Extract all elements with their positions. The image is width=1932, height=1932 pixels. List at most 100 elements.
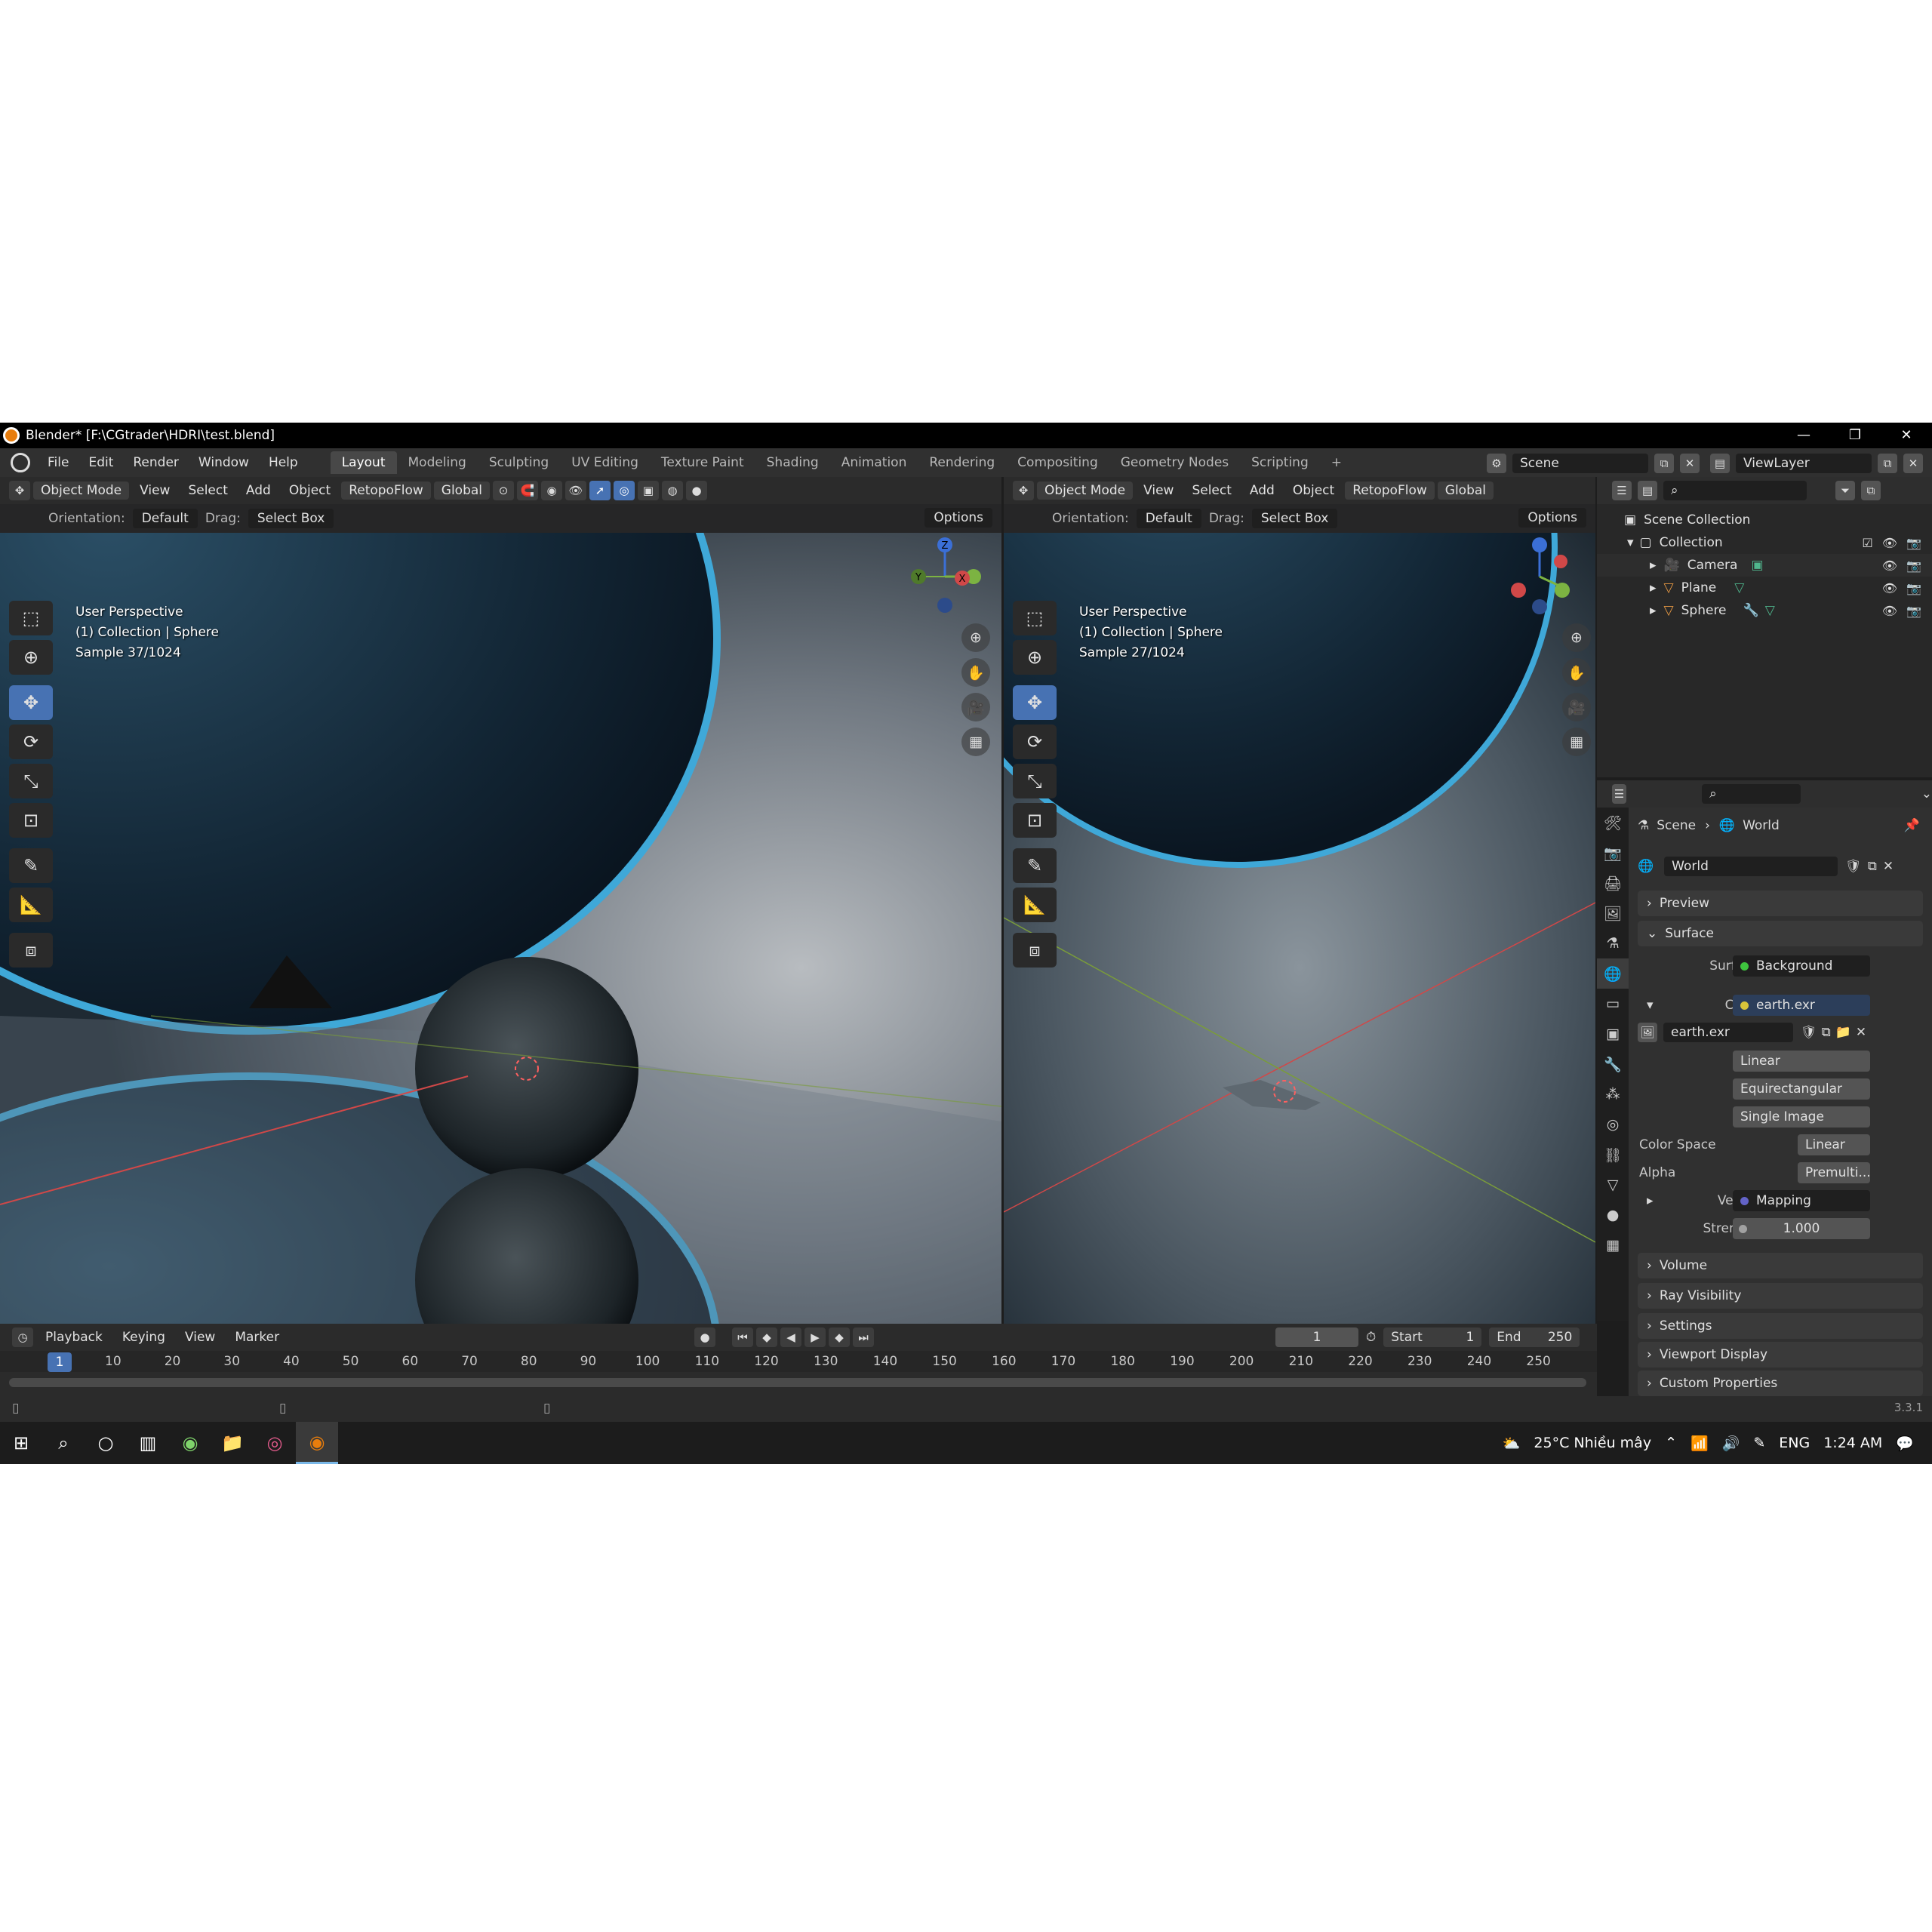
start-frame-field[interactable]: Start 1 xyxy=(1383,1327,1482,1347)
measure-tool-icon[interactable]: 📐 xyxy=(1013,888,1057,922)
blender-menu-icon[interactable] xyxy=(11,453,30,472)
eye-icon[interactable]: 👁 xyxy=(1882,581,1897,595)
weather-text[interactable]: 25°C Nhiều mây xyxy=(1534,1435,1651,1451)
drag-dropdown[interactable]: Select Box xyxy=(1251,509,1338,528)
play-icon[interactable]: ▶ xyxy=(804,1327,826,1347)
tab-modeling[interactable]: Modeling xyxy=(397,451,478,474)
close-window-button[interactable]: ✕ xyxy=(1881,423,1932,448)
eye-icon[interactable]: 👁 xyxy=(1882,558,1897,573)
menu-edit[interactable]: Edit xyxy=(78,455,123,470)
expand-arrow-icon[interactable]: ▸ xyxy=(1650,603,1657,618)
measure-tool-icon[interactable]: 📐 xyxy=(9,888,53,922)
render-camera-icon[interactable]: 📷 xyxy=(1906,581,1921,595)
unlink-icon[interactable]: ✕ xyxy=(1883,859,1894,874)
camera-view-icon[interactable]: 🎥 xyxy=(1562,693,1591,721)
gizmo-toggle-icon[interactable]: ➚ xyxy=(589,481,611,500)
move-tool-icon[interactable]: ✥ xyxy=(9,685,53,720)
gizmo-neg-z-axis[interactable] xyxy=(937,598,952,613)
particles-tab-icon[interactable]: ⁂ xyxy=(1597,1079,1629,1109)
app-icon[interactable]: ◉ xyxy=(169,1422,211,1464)
current-frame-indicator[interactable]: 1 xyxy=(48,1352,72,1372)
physics-tab-icon[interactable]: ◎ xyxy=(1597,1109,1629,1140)
navigation-gizmo[interactable] xyxy=(1502,533,1577,616)
eye-icon[interactable]: 👁 xyxy=(1882,536,1897,550)
tab-compositing[interactable]: Compositing xyxy=(1006,451,1109,474)
texture-tab-icon[interactable]: ▦ xyxy=(1597,1230,1629,1260)
view-menu[interactable]: View xyxy=(1136,481,1181,500)
annotate-tool-icon[interactable]: ✎ xyxy=(1013,848,1057,883)
timeline-editor-icon[interactable]: ◷ xyxy=(12,1327,33,1347)
vector-input-field[interactable]: Mapping xyxy=(1733,1190,1870,1211)
annotate-tool-icon[interactable]: ✎ xyxy=(9,848,53,883)
transform-tool-icon[interactable]: ⊡ xyxy=(1013,803,1057,838)
tab-scripting[interactable]: Scripting xyxy=(1240,451,1320,474)
render-tab-icon[interactable]: 📷 xyxy=(1597,838,1629,868)
tab-layout[interactable]: Layout xyxy=(330,451,397,474)
constraints-tab-icon[interactable]: ⛓ xyxy=(1597,1140,1629,1170)
tab-animation[interactable]: Animation xyxy=(830,451,918,474)
cursor-tool-icon[interactable]: ⊕ xyxy=(9,640,53,675)
rotate-tool-icon[interactable]: ⟳ xyxy=(9,724,53,759)
tray-expand-icon[interactable]: ⌃ xyxy=(1665,1435,1677,1451)
properties-search-input[interactable]: ⌕ xyxy=(1702,784,1801,804)
add-cube-tool-icon[interactable]: ⧈ xyxy=(9,933,53,968)
checkbox-icon[interactable]: ☑ xyxy=(1862,536,1872,550)
panel-preview[interactable]: › Preview xyxy=(1638,891,1923,916)
tool-tab-icon[interactable]: 🛠 xyxy=(1597,808,1629,838)
display-mode-icon[interactable]: ▤ xyxy=(1638,481,1657,500)
strength-slider[interactable]: 1.000 xyxy=(1733,1218,1870,1239)
visibility-icon[interactable]: 👁 xyxy=(565,481,586,500)
alpha-dropdown[interactable]: Premulti... xyxy=(1798,1162,1871,1183)
scene-tab-icon[interactable]: ⚗ xyxy=(1597,928,1629,958)
world-tab-icon[interactable]: 🌐 xyxy=(1597,958,1629,989)
panel-settings[interactable]: › Settings xyxy=(1638,1313,1923,1339)
panel-volume[interactable]: › Volume xyxy=(1638,1253,1923,1278)
clock[interactable]: 1:24 AM xyxy=(1823,1435,1882,1451)
rotate-tool-icon[interactable]: ⟳ xyxy=(1013,724,1057,759)
panel-custom-properties[interactable]: › Custom Properties xyxy=(1638,1371,1923,1396)
delete-viewlayer-icon[interactable]: ✕ xyxy=(1903,453,1923,473)
image-name-field[interactable]: earth.exr xyxy=(1663,1023,1793,1042)
file-explorer-icon[interactable]: 📁 xyxy=(211,1422,254,1464)
outliner-item-camera[interactable]: ▸ 🎥 Camera ▣ 👁 📷 xyxy=(1597,554,1932,577)
proportional-edit-icon[interactable]: ◉ xyxy=(541,481,562,500)
new-scene-icon[interactable]: ⧉ xyxy=(1654,453,1674,473)
menu-help[interactable]: Help xyxy=(259,455,308,470)
image-browse-icon[interactable]: 🖼 xyxy=(1638,1023,1657,1042)
orientation-dropdown[interactable]: Default xyxy=(132,509,198,528)
render-camera-icon[interactable]: 📷 xyxy=(1906,558,1921,573)
current-frame-field[interactable]: 1 xyxy=(1275,1327,1358,1347)
mode-dropdown[interactable]: Object Mode xyxy=(33,481,130,500)
viewport-right-render[interactable]: User Perspective (1) Collection | Sphere… xyxy=(1004,533,1595,1324)
timeline-view-menu[interactable]: View xyxy=(177,1328,223,1346)
fake-user-icon[interactable]: 🛡 xyxy=(1801,1025,1817,1040)
expand-arrow-icon[interactable]: ▸ xyxy=(1650,558,1657,573)
jump-end-icon[interactable]: ⏭ xyxy=(853,1327,874,1347)
xray-icon[interactable]: ▣ xyxy=(638,481,659,500)
modifier-tab-icon[interactable]: 🔧 xyxy=(1597,1049,1629,1079)
color-input-field[interactable]: earth.exr xyxy=(1733,995,1870,1016)
windows-start-icon[interactable]: ⊞ xyxy=(0,1422,42,1464)
minimize-button[interactable]: — xyxy=(1778,423,1829,448)
open-folder-icon[interactable]: 📁 xyxy=(1835,1025,1851,1040)
viewlayer-icon[interactable]: ▤ xyxy=(1710,453,1730,473)
new-collection-icon[interactable]: ⧉ xyxy=(1861,481,1881,500)
weather-icon[interactable]: ⛅ xyxy=(1503,1435,1521,1452)
volume-icon[interactable]: 🔊 xyxy=(1722,1435,1740,1452)
viewport-left-render[interactable]: User Perspective (1) Collection | Sphere… xyxy=(0,533,1001,1324)
transform-orientation-dropdown[interactable]: Global xyxy=(1437,481,1494,500)
transform-tool-icon[interactable]: ⊡ xyxy=(9,803,53,838)
pan-hand-icon[interactable]: ✋ xyxy=(961,658,990,687)
retopoflow-menu[interactable]: RetopoFlow xyxy=(341,481,431,500)
menu-window[interactable]: Window xyxy=(189,455,259,470)
duplicate-icon[interactable]: ⧉ xyxy=(1822,1025,1831,1040)
mode-dropdown[interactable]: Object Mode xyxy=(1037,481,1134,500)
collection-row[interactable]: ▾ ▢ Collection ☑ 👁 📷 xyxy=(1597,531,1932,554)
object-menu[interactable]: Object xyxy=(281,481,338,500)
menu-render[interactable]: Render xyxy=(123,455,189,470)
rendered-shading-icon[interactable]: ● xyxy=(686,481,707,500)
outliner-item-plane[interactable]: ▸ ▽ Plane ▽ 👁 📷 xyxy=(1597,577,1932,599)
ortho-toggle-icon[interactable]: ▦ xyxy=(1562,728,1591,756)
pen-icon[interactable]: ✎ xyxy=(1753,1435,1765,1451)
tab-shading[interactable]: Shading xyxy=(755,451,830,474)
